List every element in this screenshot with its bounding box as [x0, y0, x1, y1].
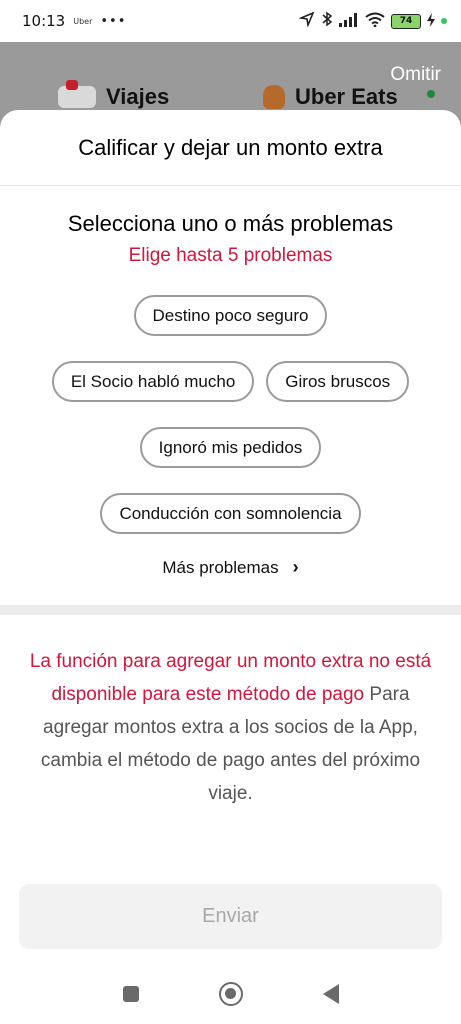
payment-notice: La función para agregar un monto extra n… [0, 645, 461, 810]
chip-row: El Socio habló mucho Giros bruscos [51, 361, 410, 402]
chip-row: Conducción con somnolencia [100, 493, 361, 534]
chip-row: Ignoró mis pedidos [139, 427, 322, 468]
signal-icon [339, 12, 359, 31]
tab-trips-label: Viajes [106, 84, 170, 109]
tab-uber-eats[interactable]: Uber Eats [263, 84, 398, 110]
chip-talked-too-much[interactable]: El Socio habló mucho [51, 361, 255, 402]
submit-button[interactable]: Enviar [19, 884, 442, 949]
gingerbread-icon [263, 85, 285, 109]
section-divider [0, 605, 461, 615]
status-bar: 10:13 Uber ••• 74 [0, 0, 461, 42]
tab-uber-eats-label: Uber Eats [295, 84, 398, 109]
sheet-title: Calificar y dejar un monto extra [78, 134, 383, 160]
location-arrow-icon [298, 11, 315, 31]
chevron-right-icon: › [292, 557, 299, 577]
rating-sheet: Calificar y dejar un monto extra Selecci… [0, 110, 461, 1024]
status-app-label: Uber [73, 16, 93, 26]
more-problems-link[interactable]: Más problemas › [0, 557, 461, 578]
status-left: 10:13 Uber ••• [22, 12, 126, 30]
problem-chips: Destino poco seguro El Socio habló mucho… [0, 295, 461, 534]
tab-trips[interactable]: Viajes [58, 80, 170, 110]
chip-sharp-turns[interactable]: Giros bruscos [266, 361, 410, 402]
charging-icon [427, 12, 435, 31]
car-icon [58, 80, 96, 108]
chip-unsafe-destination[interactable]: Destino poco seguro [133, 295, 328, 336]
problems-subheading: Elige hasta 5 problemas [128, 245, 333, 266]
battery-indicator: 74 [391, 13, 421, 29]
system-nav-bar [0, 964, 461, 1024]
chip-drowsy-driving[interactable]: Conducción con somnolencia [100, 493, 361, 534]
chip-row: Destino poco seguro [133, 295, 328, 336]
status-right: 74 [298, 11, 447, 31]
status-more-dots: ••• [100, 13, 127, 29]
status-time: 10:13 [22, 12, 66, 30]
notification-dot [427, 90, 435, 98]
back-icon[interactable] [322, 984, 339, 1004]
recents-icon[interactable] [122, 986, 139, 1002]
sheet-header: Calificar y dejar un monto extra [0, 110, 461, 186]
chip-ignored-requests[interactable]: Ignoró mis pedidos [139, 427, 322, 468]
privacy-indicator-dot [441, 18, 447, 24]
bluetooth-icon [321, 11, 333, 31]
wifi-icon [365, 12, 385, 31]
home-icon[interactable] [218, 982, 243, 1006]
problems-heading: Selecciona uno o más problemas [67, 211, 394, 236]
skip-button[interactable]: Omitir [390, 64, 441, 86]
more-problems-label: Más problemas [162, 557, 279, 577]
